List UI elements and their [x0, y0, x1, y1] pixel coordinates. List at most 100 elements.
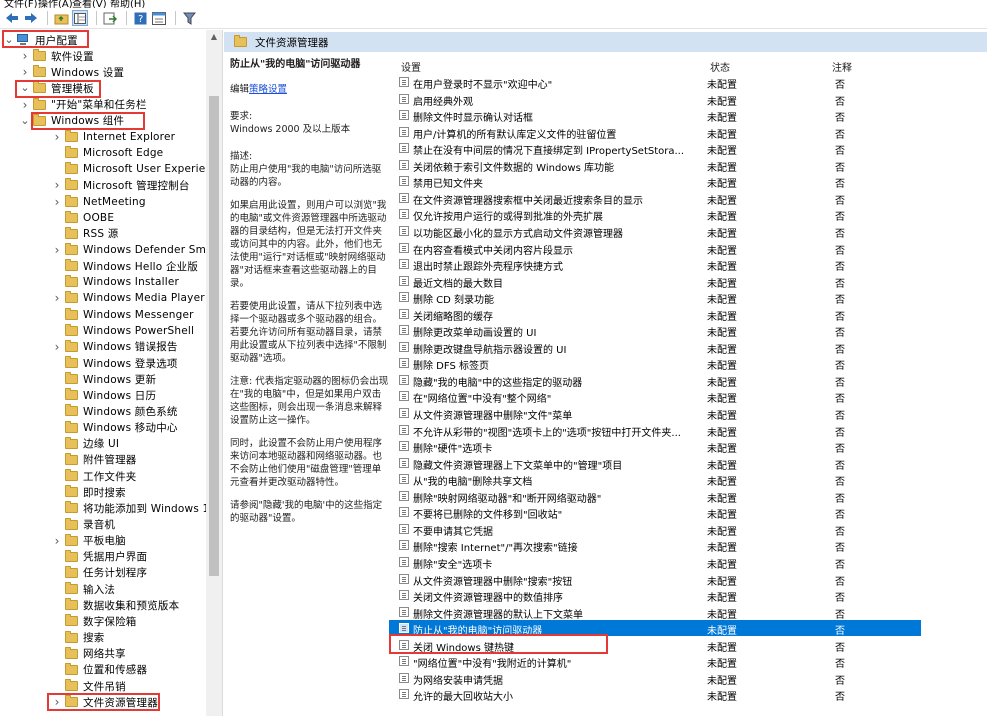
tree-item[interactable]: 位置和传感器 — [52, 662, 147, 678]
policy-row[interactable]: 删除 DFS 标签页 未配置 否 — [389, 355, 987, 372]
column-header-state[interactable]: 状态 — [710, 59, 730, 74]
column-header-setting[interactable]: 设置 — [401, 59, 421, 74]
tree-item[interactable]: OOBE — [52, 210, 114, 226]
tree-item[interactable]: › 平板电脑 — [52, 533, 126, 549]
policy-row[interactable]: 删除"硬件"选项卡 未配置 否 — [389, 438, 987, 455]
chevron-right-icon[interactable]: › — [52, 243, 62, 257]
policy-row[interactable]: 禁用已知文件夹 未配置 否 — [389, 173, 987, 190]
menu-view[interactable]: 查看(V) — [72, 0, 107, 8]
tree-item[interactable]: › 软件设置 — [20, 48, 94, 64]
help-icon[interactable]: ? — [132, 10, 148, 26]
policy-row[interactable]: 不允许从彩带的"视图"选项卡上的"选项"按钮中打开文件夹... 未配置 否 — [389, 422, 987, 439]
policy-row[interactable]: 在文件资源管理器搜索框中关闭最近搜索条目的显示 未配置 否 — [389, 190, 987, 207]
chevron-down-icon[interactable]: ⌄ — [20, 115, 30, 126]
properties-icon[interactable] — [151, 10, 167, 26]
tree-item[interactable]: Microsoft User Experience — [52, 161, 222, 177]
policy-row[interactable]: 删除更改菜单动画设置的 UI 未配置 否 — [389, 322, 987, 339]
chevron-right-icon[interactable]: › — [52, 291, 62, 305]
policy-row[interactable]: 以功能区最小化的显示方式启动文件资源管理器 未配置 否 — [389, 223, 987, 240]
policy-row[interactable]: 隐藏"我的电脑"中的这些指定的驱动器 未配置 否 — [389, 372, 987, 389]
policy-row[interactable]: 删除"搜索 Internet"/"再次搜索"链接 未配置 否 — [389, 537, 987, 554]
policy-row[interactable]: 最近文档的最大数目 未配置 否 — [389, 273, 987, 290]
tree-item[interactable]: 即时搜索 — [52, 484, 126, 500]
scroll-up-icon[interactable]: ▲ — [206, 30, 222, 44]
policy-row[interactable]: 用户/计算机的所有默认库定义文件的驻留位置 未配置 否 — [389, 124, 987, 141]
tree-item[interactable]: › Internet Explorer — [52, 129, 175, 145]
tree-item[interactable]: 输入法 — [52, 581, 115, 597]
policy-row[interactable]: 从文件资源管理器中删除"文件"菜单 未配置 否 — [389, 405, 987, 422]
policy-row[interactable]: 删除 CD 刻录功能 未配置 否 — [389, 289, 987, 306]
policy-row[interactable]: 退出时禁止跟踪外壳程序快捷方式 未配置 否 — [389, 256, 987, 273]
menu-action[interactable]: 操作(A) — [38, 0, 73, 8]
tree-item[interactable]: › Windows Media Player — [52, 290, 205, 306]
tree-item[interactable]: › Windows Defender SmartS — [52, 242, 222, 258]
policy-row[interactable]: 删除文件时显示确认对话框 未配置 否 — [389, 107, 987, 124]
chevron-right-icon[interactable]: › — [20, 49, 30, 63]
chevron-right-icon[interactable]: › — [52, 195, 62, 209]
tree-item[interactable]: › Microsoft 管理控制台 — [52, 177, 190, 193]
chevron-right-icon[interactable]: › — [20, 98, 30, 112]
policy-row[interactable]: 启用经典外观 未配置 否 — [389, 91, 987, 108]
tree-scrollbar[interactable]: ▲ — [206, 30, 222, 716]
policy-row[interactable]: "网络位置"中没有"我附近的计算机" 未配置 否 — [389, 653, 987, 670]
tree-item[interactable]: 数据收集和预览版本 — [52, 597, 179, 613]
policy-row[interactable]: 在"网络位置"中没有"整个网络" 未配置 否 — [389, 388, 987, 405]
policy-row[interactable]: 删除"安全"选项卡 未配置 否 — [389, 554, 987, 571]
policy-row[interactable]: 不要将已删除的文件移到"回收站" 未配置 否 — [389, 504, 987, 521]
policy-row[interactable]: 在内容查看模式中关闭内容片段显示 未配置 否 — [389, 240, 987, 257]
tree-item[interactable]: Windows PowerShell — [52, 323, 194, 339]
tree-item[interactable]: Windows 更新 — [52, 371, 156, 387]
tree-item[interactable]: Windows 登录选项 — [52, 355, 178, 371]
policy-row[interactable]: 不要申请其它凭据 未配置 否 — [389, 521, 987, 538]
tree-item[interactable]: › Windows 设置 — [20, 64, 124, 80]
filter-icon[interactable] — [181, 10, 197, 26]
policy-row[interactable]: 禁止在没有中间层的情况下直接绑定到 IPropertySetStora... 未配… — [389, 140, 987, 157]
policy-row[interactable]: 在用户登录时不显示"欢迎中心" 未配置 否 — [389, 74, 987, 91]
policy-row[interactable]: 删除"映射网络驱动器"和"断开网络驱动器" 未配置 否 — [389, 488, 987, 505]
policy-row[interactable]: 为网络安装申请凭据 未配置 否 — [389, 670, 987, 687]
tree-item[interactable]: Windows 日历 — [52, 387, 156, 403]
policy-row[interactable]: 允许的最大回收站大小 未配置 否 — [389, 686, 987, 703]
tree-item[interactable]: 工作文件夹 — [52, 468, 137, 484]
policy-row[interactable]: 删除更改键盘导航指示器设置的 UI 未配置 否 — [389, 339, 987, 356]
policy-row[interactable]: 从"我的电脑"删除共享文档 未配置 否 — [389, 471, 987, 488]
policy-row[interactable]: 仅允许按用户运行的或得到批准的外壳扩展 未配置 否 — [389, 206, 987, 223]
tree-item[interactable]: Windows Installer — [52, 274, 179, 290]
up-folder-icon[interactable] — [53, 10, 69, 26]
chevron-right-icon[interactable]: › — [52, 130, 62, 144]
tree-item[interactable]: RSS 源 — [52, 226, 118, 242]
policy-row[interactable]: 关闭缩略图的缓存 未配置 否 — [389, 306, 987, 323]
scrollbar-thumb[interactable] — [209, 96, 219, 576]
policy-row[interactable]: 关闭文件资源管理器中的数值排序 未配置 否 — [389, 587, 987, 604]
tree-item[interactable]: Windows Messenger — [52, 307, 194, 323]
tree-item[interactable]: › Windows 错误报告 — [52, 339, 178, 355]
chevron-right-icon[interactable]: › — [20, 65, 30, 79]
tree-item[interactable]: 附件管理器 — [52, 452, 137, 468]
edit-policy-link[interactable]: 策略设置 — [249, 84, 287, 95]
export-list-icon[interactable] — [102, 10, 118, 26]
policy-row[interactable]: 从文件资源管理器中删除"搜索"按钮 未配置 否 — [389, 571, 987, 588]
tree-item[interactable]: 搜索 — [52, 630, 104, 646]
policy-row[interactable]: 删除文件资源管理器的默认上下文菜单 未配置 否 — [389, 604, 987, 621]
tree-item[interactable]: 任务计划程序 — [52, 565, 147, 581]
tree-item[interactable]: Windows 颜色系统 — [52, 403, 178, 419]
tree-item[interactable]: 将功能添加到 Windows 10 — [52, 500, 216, 516]
tree-item[interactable]: 网络共享 — [52, 646, 126, 662]
chevron-right-icon[interactable]: › — [52, 534, 62, 548]
tree-item[interactable]: › "开始"菜单和任务栏 — [20, 97, 147, 113]
tree-item[interactable]: 数字保险箱 — [52, 613, 137, 629]
chevron-right-icon[interactable]: › — [52, 340, 62, 354]
policy-row[interactable]: 隐藏文件资源管理器上下文菜单中的"管理"项目 未配置 否 — [389, 455, 987, 472]
show-hide-tree-icon[interactable] — [72, 10, 88, 26]
tree-item[interactable]: › NetMeeting — [52, 194, 146, 210]
tree-item[interactable]: Windows 移动中心 — [52, 420, 178, 436]
tree-item[interactable]: Windows Hello 企业版 — [52, 258, 198, 274]
menu-file[interactable]: 文件(F) — [4, 0, 38, 8]
policy-row[interactable]: 关闭依赖于索引文件数据的 Windows 库功能 未配置 否 — [389, 157, 987, 174]
forward-arrow-icon[interactable] — [23, 10, 39, 26]
column-header-comment[interactable]: 注释 — [832, 59, 852, 74]
tree-item[interactable]: Microsoft Edge — [52, 145, 163, 161]
tree-item[interactable]: 录音机 — [52, 517, 115, 533]
chevron-right-icon[interactable]: › — [52, 178, 62, 192]
tree-item[interactable]: 凭据用户界面 — [52, 549, 147, 565]
